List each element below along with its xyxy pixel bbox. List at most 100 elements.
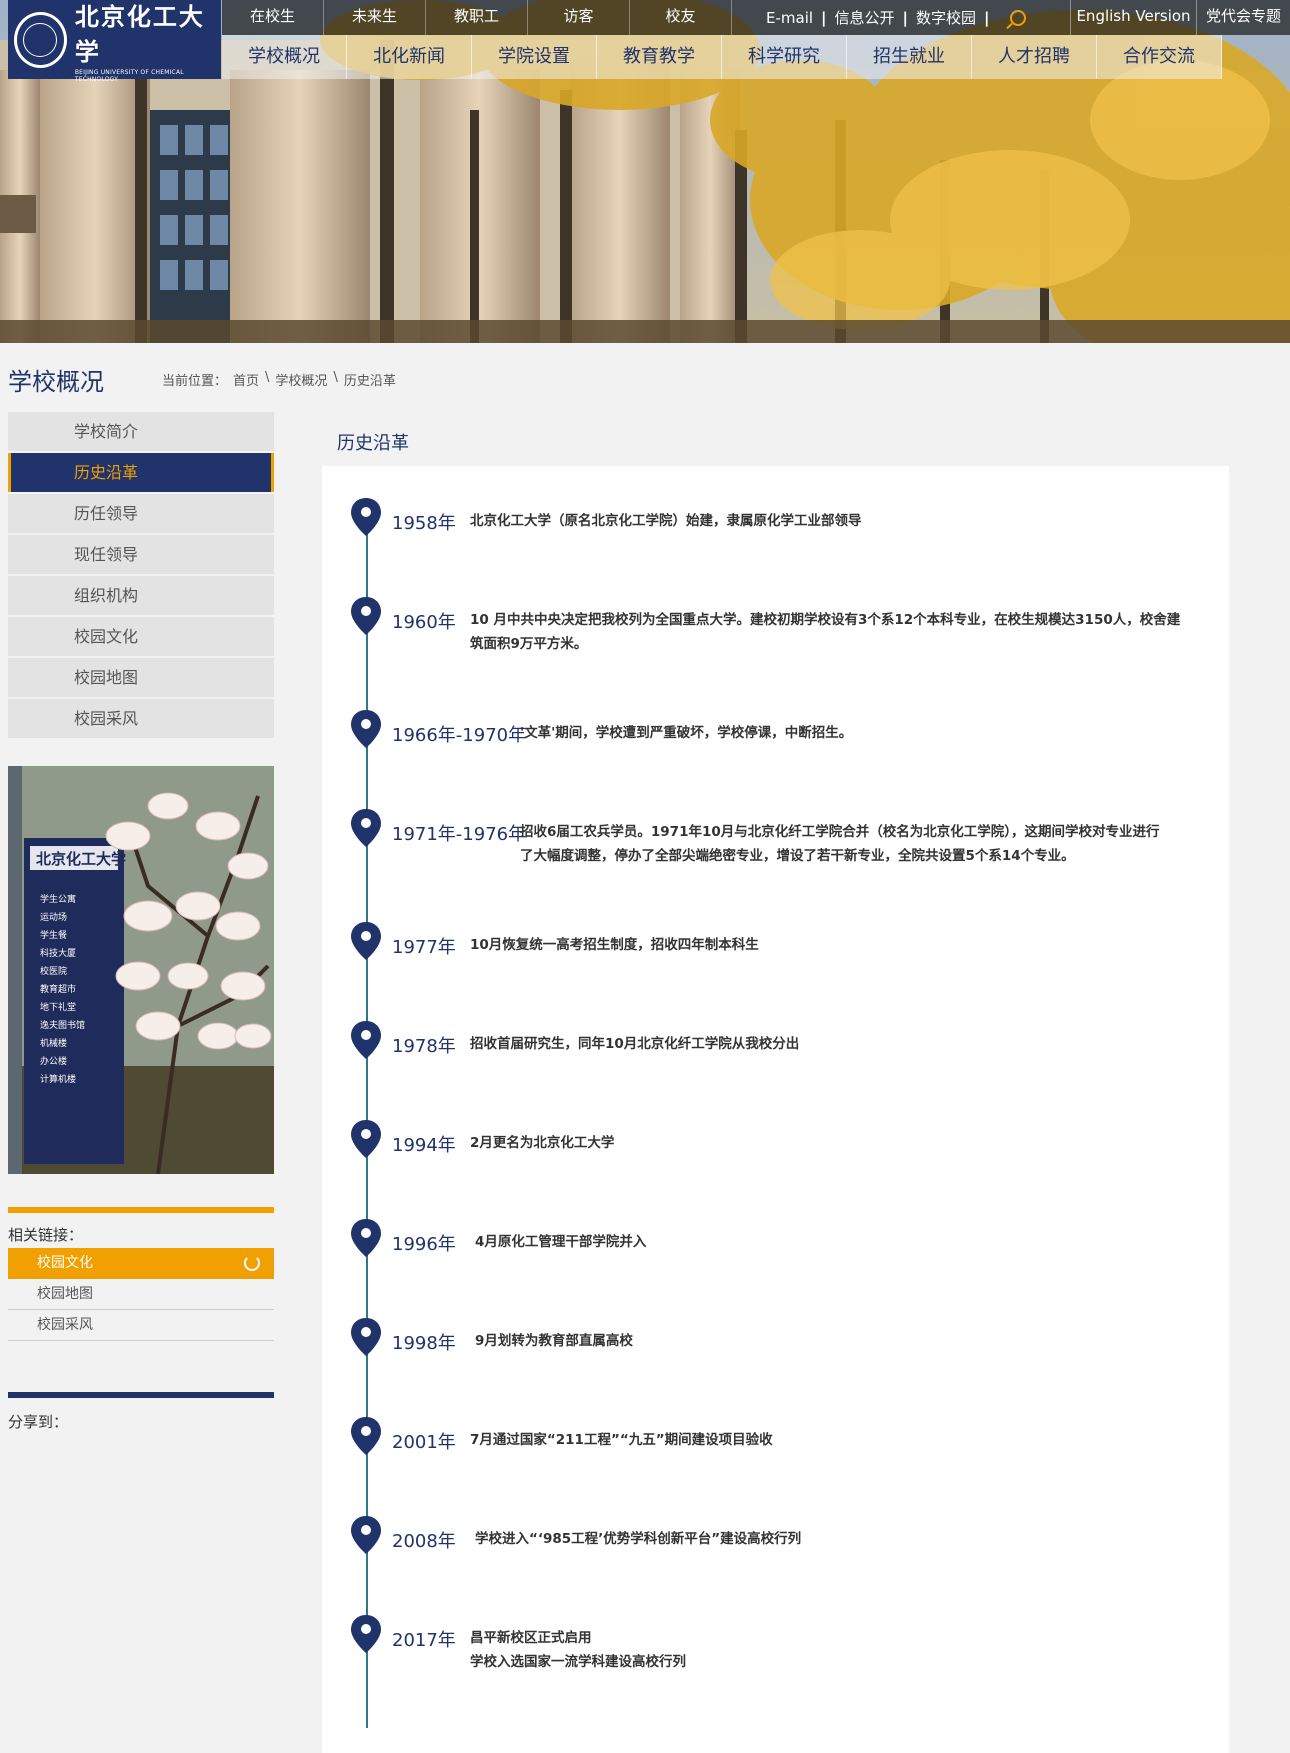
magnolia-photo: 北京化工大学 学生公寓 运动场 学生餐 科技大厦 校医院 教育超市 地下礼堂 逸… (8, 766, 274, 1174)
timeline-description: 7月通过国家“211工程”“九五”期间建设项目验收 (470, 1428, 1210, 1452)
timeline-year: 1958年 (392, 513, 456, 534)
sign-row: 科技大厦 (40, 947, 76, 958)
map-pin-icon (351, 1021, 381, 1059)
search-icon (1009, 9, 1026, 26)
timeline-text-line: 9月划转为教育部直属高校 (475, 1333, 633, 1349)
sign-row: 教育超市 (40, 983, 76, 994)
timeline-year: 1971年-1976年 (392, 824, 527, 845)
sign-row: 逸夫图书馆 (40, 1019, 85, 1030)
sign-row: 运动场 (40, 912, 67, 922)
top-nav-alumni[interactable]: 校友 (630, 0, 732, 35)
main-nav-overview[interactable]: 学校概况 (222, 35, 347, 79)
links-divider (8, 1207, 274, 1213)
breadcrumb: 当前位置： 首页 \ 学校概况 \ 历史沿革 (162, 370, 396, 389)
breadcrumb-home[interactable]: 首页 (233, 370, 259, 389)
timeline-description: 学校进入“‘985工程’优势学科创新平台”建设高校行列 (475, 1527, 1215, 1551)
timeline-description: 昌平新校区正式启用 学校入选国家一流学科建设高校行列 (470, 1626, 1210, 1674)
map-pin-icon (351, 1318, 381, 1356)
timeline-year: 1977年 (392, 937, 456, 958)
timeline-text-line: 昌平新校区正式启用 (470, 1630, 592, 1646)
main-nav-research[interactable]: 科学研究 (722, 35, 847, 79)
share-title: 分享到： (8, 1413, 69, 1431)
related-links: 校园文化 校园地图 校园采风 (8, 1248, 274, 1341)
timeline-text-line: 学校进入“‘985工程’优势学科创新平台”建设高校行列 (475, 1531, 802, 1547)
sign-row: 地下礼堂 (40, 1001, 76, 1012)
timeline-year: 1998年 (392, 1333, 456, 1354)
timeline-year: 2017年 (392, 1630, 456, 1651)
timeline-description: 9月划转为教育部直属高校 (475, 1329, 1215, 1353)
timeline-description: 10 月中共中央决定把我校列为全国重点大学。建校初期学校设有3个系12个本科专业… (470, 608, 1210, 656)
side-item-campus-scenery[interactable]: 校园采风 (8, 699, 274, 738)
side-item-campus-map[interactable]: 校园地图 (8, 658, 274, 697)
main-nav-schools[interactable]: 学院设置 (472, 35, 597, 79)
side-item-organization[interactable]: 组织机构 (8, 576, 274, 615)
timeline-text-line: 筑面积9万平方米。 (470, 636, 588, 652)
map-pin-icon (351, 809, 381, 847)
related-link-campus-map[interactable]: 校园地图 (8, 1279, 274, 1310)
timeline-description: 招收6届工农兵学员。1971年10月与北京化纤工学院合并（校名为北京化工学院），… (520, 820, 1260, 868)
email-link[interactable]: E-mail (766, 9, 813, 27)
map-pin-icon (351, 710, 381, 748)
seal-icon (14, 11, 67, 68)
main-nav-education[interactable]: 教育教学 (597, 35, 722, 79)
info-disclosure-link[interactable]: 信息公开 (835, 7, 895, 28)
search-button[interactable] (998, 9, 1026, 26)
main-nav: 学校概况 北化新闻 学院设置 教育教学 科学研究 招生就业 人才招聘 合作交流 (222, 35, 1222, 79)
side-menu: 学校简介 历史沿革 历任领导 现任领导 组织机构 校园文化 校园地图 校园采风 (8, 412, 274, 740)
breadcrumb-separator: \ (333, 370, 338, 385)
breadcrumb-overview[interactable]: 学校概况 (275, 370, 327, 389)
top-nav-visitors[interactable]: 访客 (528, 0, 630, 35)
timeline-text-line: 10 月中共中央决定把我校列为全国重点大学。建校初期学校设有3个系12个本科专业… (470, 612, 1181, 628)
side-item-current-leaders[interactable]: 现任领导 (8, 535, 274, 574)
timeline-text-line: 7月通过国家“211工程”“九五”期间建设项目验收 (470, 1432, 773, 1448)
main-nav-admissions[interactable]: 招生就业 (847, 35, 972, 79)
breadcrumb-separator: \ (265, 370, 270, 385)
side-item-campus-culture[interactable]: 校园文化 (8, 617, 274, 656)
sign-row: 学生公寓 (40, 893, 76, 904)
top-nav-staff[interactable]: 教职工 (426, 0, 528, 35)
english-version-link[interactable]: English Version (1070, 0, 1196, 35)
timeline-year: 1978年 (392, 1036, 456, 1057)
map-pin-icon (351, 1615, 381, 1653)
timeline-year: 1994年 (392, 1135, 456, 1156)
timeline-description: 10月恢复统一高考招生制度，招收四年制本科生 (470, 933, 1210, 957)
timeline-text-line: 2月更名为北京化工大学 (470, 1135, 615, 1151)
sign-row: 计算机楼 (40, 1073, 76, 1084)
timeline-description: 2月更名为北京化工大学 (470, 1131, 1210, 1155)
breadcrumb-current: 历史沿革 (343, 374, 396, 389)
sign-row: 学生餐 (40, 929, 67, 940)
timeline-description: 招收首届研究生，同年10月北京化纤工学院从我校分出 (470, 1032, 1210, 1056)
map-pin-icon (351, 1516, 381, 1554)
related-link-campus-culture[interactable]: 校园文化 (8, 1248, 274, 1279)
related-link-campus-scenery[interactable]: 校园采风 (8, 1310, 274, 1341)
timeline-description: '文革'期间，学校遭到严重破坏，学校停课，中断招生。 (520, 721, 1260, 745)
related-links-title: 相关链接： (8, 1226, 84, 1244)
main-nav-recruitment[interactable]: 人才招聘 (972, 35, 1097, 79)
timeline-text-line: 北京化工大学（原名北京化工学院）始建，隶属原化学工业部领导 (470, 513, 862, 529)
top-nav-future-students[interactable]: 未来生 (324, 0, 426, 35)
map-pin-icon (351, 1417, 381, 1455)
timeline-year: 2001年 (392, 1432, 456, 1453)
timeline-text-line: 招收首届研究生，同年10月北京化纤工学院从我校分出 (470, 1036, 800, 1052)
sign-title: 北京化工大学 (36, 850, 126, 868)
sign-row: 校医院 (40, 965, 67, 976)
refresh-icon[interactable] (244, 1255, 260, 1271)
main-nav-news[interactable]: 北化新闻 (347, 35, 472, 79)
party-congress-link[interactable]: 党代会专题 (1196, 0, 1290, 35)
digital-campus-link[interactable]: 数字校园 (916, 7, 976, 28)
divider: | (902, 8, 909, 27)
timeline-text-line: 了大幅度调整，停办了全部尖端绝密专业，增设了若干新专业，全院共设置5个系14个专… (520, 848, 1075, 864)
top-nav-students[interactable]: 在校生 (222, 0, 324, 35)
divider: | (984, 8, 990, 27)
side-item-past-leaders[interactable]: 历任领导 (8, 494, 274, 533)
logo-name-cn: 北京化工大学 (74, 1, 205, 66)
side-item-history[interactable]: 历史沿革 (8, 453, 274, 492)
timeline-text-line: '文革'期间，学校遭到严重破坏，学校停课，中断招生。 (520, 725, 853, 741)
content-panel (322, 466, 1229, 1753)
top-links: E-mail | 信息公开 | 数字校园 | (732, 0, 1070, 35)
timeline-description: 4月原化工管理干部学院并入 (475, 1230, 1215, 1254)
university-logo[interactable]: 北京化工大学 BEIJING UNIVERSITY OF CHEMICAL TE… (8, 0, 221, 83)
sign-row: 机械楼 (40, 1037, 67, 1048)
side-item-introduction[interactable]: 学校简介 (8, 412, 274, 451)
main-nav-cooperation[interactable]: 合作交流 (1097, 35, 1222, 79)
